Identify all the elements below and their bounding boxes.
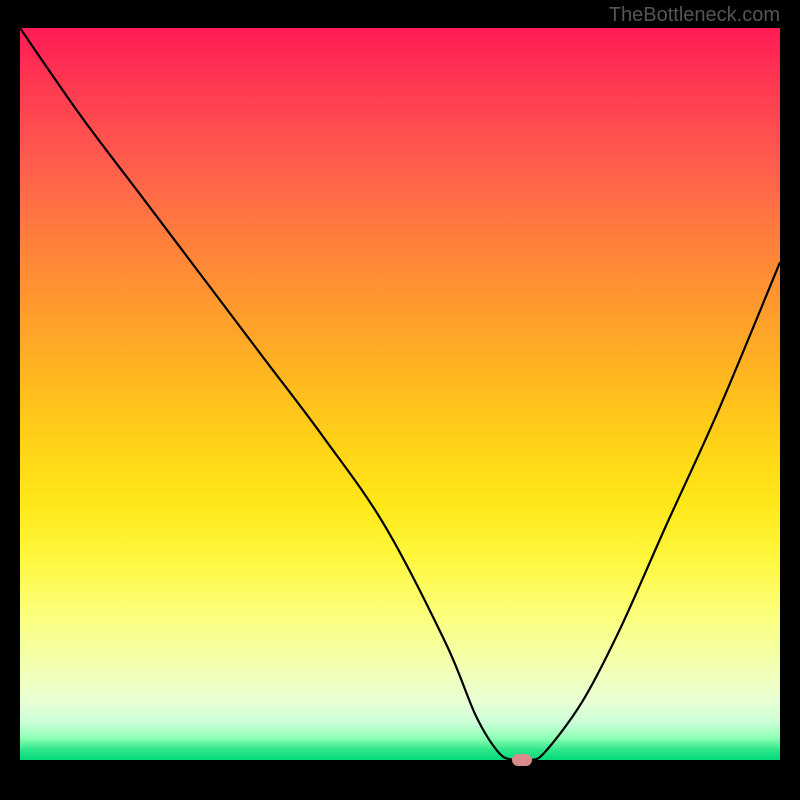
bottleneck-curve — [20, 28, 780, 760]
watermark-text: TheBottleneck.com — [609, 4, 780, 27]
chart-container: TheBottleneck.com — [0, 0, 800, 800]
optimal-marker — [512, 754, 532, 766]
